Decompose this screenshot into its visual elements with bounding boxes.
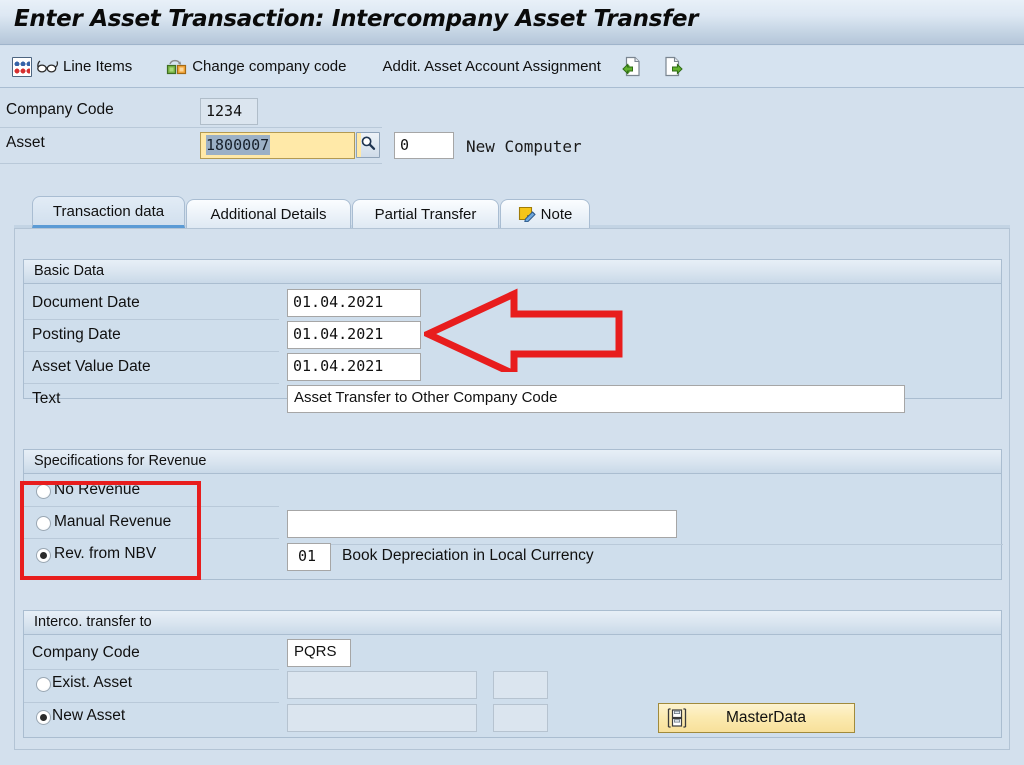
new-asset-number-field[interactable] [287, 704, 477, 732]
new-asset-subnumber-field[interactable] [493, 704, 548, 732]
toolbar-label-addit-asset-account-assignment: Addit. Asset Account Assignment [382, 58, 601, 75]
toolbar-button-addit-asset-account-assignment[interactable]: Addit. Asset Account Assignment [374, 52, 606, 82]
label-manual-revenue: Manual Revenue [54, 513, 172, 530]
group-title-interco: Interco. transfer to [24, 611, 1001, 635]
interco-company-code-field[interactable]: PQRS [287, 639, 351, 667]
transaction-data-panel: Basic Data Document Date 01.04.2021 Post… [14, 228, 1010, 750]
header-fields: Company Code 1234 Asset 1800007 0 New Co… [0, 95, 1024, 164]
nbv-depreciation-area-text: Book Depreciation in Local Currency [342, 547, 594, 564]
tab-note[interactable]: Note [500, 199, 590, 228]
radio-manual-revenue[interactable] [36, 516, 51, 531]
exist-asset-subnumber-field[interactable] [493, 671, 548, 699]
tab-partial-transfer[interactable]: Partial Transfer [352, 199, 499, 228]
sap-gui-window: Enter Asset Transaction: Intercompany As… [0, 0, 1024, 765]
posting-date-field[interactable]: 01.04.2021 [287, 321, 421, 349]
row-separator-rev-2 [24, 538, 279, 539]
asset-number-field[interactable]: 1800007 [200, 132, 355, 159]
row-separator-ic-1 [24, 669, 279, 670]
tab-label-transaction-data: Transaction data [52, 202, 165, 220]
asset-value-date-field[interactable]: 01.04.2021 [287, 353, 421, 381]
document-date-label: Document Date [32, 294, 140, 311]
interco-company-code-label: Company Code [32, 644, 140, 661]
group-interco-transfer-to: Interco. transfer to Company Code PQRS E… [23, 610, 1002, 738]
application-toolbar: Line Items Change company code Addit. As… [0, 46, 1024, 88]
label-no-revenue: No Revenue [54, 481, 141, 498]
asset-number-value: 1800007 [206, 135, 271, 155]
radio-exist-asset[interactable] [36, 677, 51, 692]
group-body-basic-data: Document Date 01.04.2021 Posting Date 01… [24, 284, 1001, 413]
label-rev-from-nbv: Rev. from NBV [54, 545, 157, 562]
radio-new-asset[interactable] [36, 710, 51, 725]
row-separator-rev-1 [24, 506, 279, 507]
row-separator-3 [24, 383, 279, 384]
change-company-code-icon [166, 57, 190, 77]
window-titlebar: Enter Asset Transaction: Intercompany As… [0, 0, 1024, 45]
group-title-basic-data: Basic Data [24, 260, 1001, 284]
text-field[interactable]: Asset Transfer to Other Company Code [287, 385, 905, 413]
toolbar-label-line-items: Line Items [63, 58, 133, 75]
header-separator-2 [0, 163, 382, 164]
document-import-icon [622, 56, 642, 77]
toolbar-button-document-export[interactable] [652, 52, 689, 82]
tab-label-additional-details: Additional Details [210, 205, 327, 223]
group-body-interco: Company Code PQRS Exist. Asset New Asset [24, 635, 1001, 737]
asset-description: New Computer [466, 137, 582, 156]
manual-revenue-field[interactable] [287, 510, 677, 538]
asset-search-help-button[interactable] [356, 132, 380, 158]
tab-transaction-data[interactable]: Transaction data [32, 196, 185, 228]
toolbar-button-change-company-code[interactable]: Change company code [160, 52, 352, 82]
company-code-field[interactable]: 1234 [200, 98, 258, 125]
tab-label-partial-transfer: Partial Transfer [374, 205, 477, 223]
disk-icon [666, 707, 688, 729]
glasses-icon [37, 59, 59, 75]
exist-asset-number-field[interactable] [287, 671, 477, 699]
label-new-asset: New Asset [52, 707, 126, 724]
abacus-icon [12, 56, 32, 77]
header-row-asset: Asset 1800007 0 New Computer [0, 128, 1024, 164]
radio-rev-from-nbv[interactable] [36, 548, 51, 563]
asset-label: Asset [6, 134, 45, 151]
page-title: Enter Asset Transaction: Intercompany As… [14, 6, 699, 32]
row-separator-rev-2b [287, 544, 1003, 545]
masterdata-button-label: MasterData [725, 709, 807, 726]
company-code-label: Company Code [6, 101, 114, 118]
masterdata-button[interactable]: MasterData [658, 703, 855, 733]
group-basic-data: Basic Data Document Date 01.04.2021 Post… [23, 259, 1002, 413]
toolbar-button-line-items[interactable]: Line Items [6, 52, 138, 82]
asset-subnumber-field[interactable]: 0 [394, 132, 454, 159]
group-specifications-for-revenue: Specifications for Revenue No Revenue Ma… [23, 449, 1003, 580]
asset-value-date-label: Asset Value Date [32, 358, 151, 375]
text-label: Text [32, 390, 61, 407]
tab-additional-details[interactable]: Additional Details [186, 199, 351, 228]
note-pencil-icon [518, 206, 537, 223]
toolbar-label-change-company-code: Change company code [192, 58, 347, 75]
nbv-depreciation-area-field[interactable]: 01 [287, 543, 331, 571]
header-row-company-code: Company Code 1234 [0, 95, 1024, 128]
row-separator-2 [24, 351, 279, 352]
document-date-field[interactable]: 01.04.2021 [287, 289, 421, 317]
posting-date-label: Posting Date [32, 326, 121, 343]
document-export-icon [663, 56, 683, 77]
radio-no-revenue[interactable] [36, 484, 51, 499]
magnifier-icon [360, 135, 376, 156]
tabstrip: Transaction data Additional Details Part… [0, 196, 1024, 228]
row-separator-1 [24, 319, 279, 320]
group-title-revenue: Specifications for Revenue [24, 450, 1001, 474]
row-separator-ic-2 [24, 702, 279, 703]
label-exist-asset: Exist. Asset [52, 674, 133, 691]
toolbar-button-document-import[interactable] [611, 52, 648, 82]
tab-label-note: Note [540, 205, 573, 223]
group-body-revenue: No Revenue Manual Revenue Rev. from NBV … [24, 474, 1003, 579]
